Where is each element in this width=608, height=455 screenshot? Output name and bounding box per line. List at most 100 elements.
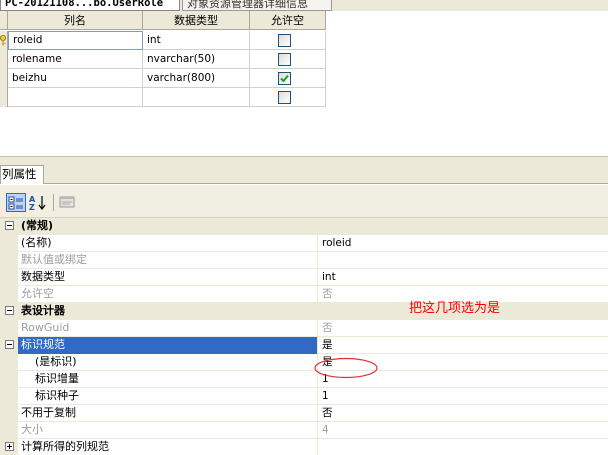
property-gutter — [0, 286, 18, 303]
property-row[interactable]: 数据类型 int — [0, 269, 608, 286]
column-row[interactable] — [0, 88, 326, 107]
primary-key-icon — [0, 35, 6, 46]
property-value[interactable]: 否 — [319, 405, 608, 422]
annotation-note: 把这几项选为是 — [409, 301, 501, 316]
collapse-icon[interactable] — [5, 306, 14, 315]
property-gutter — [0, 303, 18, 320]
collapse-icon[interactable] — [5, 340, 14, 349]
property-gutter — [0, 439, 18, 455]
property-gutter — [0, 252, 18, 269]
property-gutter — [0, 371, 18, 388]
row-selector[interactable] — [0, 50, 8, 69]
data-type-cell[interactable] — [143, 88, 250, 107]
property-row[interactable]: 标识增量 1 — [0, 371, 608, 388]
collapse-icon[interactable] — [5, 221, 14, 230]
categorized-button[interactable] — [6, 193, 26, 212]
property-name: (常规) — [21, 219, 54, 232]
property-gutter — [0, 320, 18, 337]
header-allow-nulls[interactable]: 允许空 — [250, 11, 326, 30]
property-value[interactable]: 1 — [319, 388, 608, 405]
categorized-icon — [8, 196, 23, 210]
property-value[interactable]: roleid — [319, 235, 608, 252]
property-grid: (常规) (名称) roleid 默认值或绑定 数据类型 int 允许空否表设计器 RowGu… — [0, 218, 608, 455]
property-name: 默认值或绑定 — [18, 252, 318, 269]
column-row[interactable]: roleid int — [0, 31, 326, 50]
property-gutter — [0, 337, 18, 354]
tab-object-explorer-details[interactable]: 对象资源管理器详细信息 — [182, 0, 332, 11]
property-gutter — [0, 218, 18, 235]
row-selector[interactable] — [0, 88, 8, 107]
property-row[interactable]: 不用于复制否 — [0, 405, 608, 422]
tab-column-properties[interactable]: 列属性 — [0, 165, 44, 184]
property-name: (名称) — [18, 235, 318, 252]
column-name-cell[interactable]: beizhu — [8, 69, 143, 88]
svg-text:Z: Z — [29, 203, 35, 212]
tab-user-role-table[interactable]: PC-20121108...bo.UserRole — [0, 0, 180, 11]
property-gutter — [0, 422, 18, 439]
column-grid-header: 列名 数据类型 允许空 — [0, 11, 326, 30]
allow-nulls-checkbox[interactable] — [278, 72, 291, 85]
column-properties-tabbar: 列属性 — [0, 164, 608, 184]
row-selector-header — [0, 11, 8, 30]
property-category[interactable]: (常规) — [0, 218, 608, 235]
row-selector[interactable] — [0, 31, 8, 50]
data-type-cell[interactable]: varchar(800) — [143, 69, 250, 88]
properties-toolbar: A Z — [0, 185, 608, 218]
property-row[interactable]: 大小 4 — [0, 422, 608, 439]
az-sort-icon: A Z — [29, 195, 46, 212]
column-name-cell[interactable]: rolename — [8, 50, 143, 69]
expand-icon[interactable] — [5, 442, 14, 451]
column-name-cell[interactable]: roleid — [8, 31, 143, 50]
property-pages-button[interactable] — [58, 193, 78, 212]
property-value: 4 — [322, 424, 329, 436]
property-name: 数据类型 — [18, 269, 318, 286]
property-name: 不用于复制 — [18, 405, 318, 422]
allow-nulls-checkbox[interactable] — [278, 53, 291, 66]
property-row[interactable]: (名称) roleid — [0, 235, 608, 252]
allow-nulls-cell — [250, 69, 326, 88]
property-category[interactable]: 表设计器 — [0, 303, 608, 320]
header-column-name[interactable]: 列名 — [8, 11, 143, 30]
property-gutter — [0, 235, 18, 252]
property-row[interactable]: 标识种子 1 — [0, 388, 608, 405]
property-name: 大小 — [18, 422, 318, 439]
property-gutter — [0, 269, 18, 286]
allow-nulls-cell — [250, 88, 326, 107]
toolbar-separator — [53, 194, 54, 211]
document-tab-strip: PC-20121108...bo.UserRole 对象资源管理器详细信息 — [0, 0, 608, 11]
property-row[interactable]: 计算所得的列规范 — [0, 439, 608, 455]
property-value[interactable]: int — [319, 269, 608, 286]
property-row[interactable]: 标识规范是 — [0, 337, 608, 354]
column-row[interactable]: beizhu varchar(800) — [0, 69, 326, 88]
column-name-cell[interactable] — [8, 88, 143, 107]
data-type-cell[interactable]: int — [143, 31, 250, 50]
property-row[interactable]: 允许空否 — [0, 286, 608, 303]
allow-nulls-checkbox[interactable] — [278, 34, 291, 47]
column-row[interactable]: rolename nvarchar(50) — [0, 50, 326, 69]
property-value — [319, 252, 608, 269]
allow-nulls-cell — [250, 31, 326, 50]
allow-nulls-checkbox[interactable] — [278, 91, 291, 104]
alphabetical-button[interactable]: A Z — [28, 193, 48, 212]
data-type-cell[interactable]: nvarchar(50) — [143, 50, 250, 69]
annotation-ellipse — [314, 357, 378, 379]
checkmark-icon — [280, 74, 289, 83]
panel-splitter[interactable] — [0, 156, 608, 164]
property-value: 否 — [322, 322, 333, 334]
allow-nulls-cell — [250, 50, 326, 69]
property-value[interactable] — [319, 439, 608, 455]
property-name: 标识规范 — [18, 337, 318, 354]
property-row[interactable]: (是标识) 是 — [0, 354, 608, 371]
row-selector[interactable] — [0, 69, 8, 88]
property-row[interactable]: RowGuid 否 — [0, 320, 608, 337]
column-grid-area: 列名 数据类型 允许空 roleid int rolename nvarchar(50… — [0, 11, 608, 156]
property-name: 标识增量 — [18, 371, 318, 388]
property-name: (是标识) — [18, 354, 318, 371]
header-data-type[interactable]: 数据类型 — [143, 11, 250, 30]
property-row[interactable]: 默认值或绑定 — [0, 252, 608, 269]
property-value[interactable]: 是 — [319, 337, 608, 354]
property-name: 允许空 — [18, 286, 318, 303]
property-gutter — [0, 388, 18, 405]
property-name: RowGuid — [18, 320, 318, 337]
property-gutter — [0, 354, 18, 371]
